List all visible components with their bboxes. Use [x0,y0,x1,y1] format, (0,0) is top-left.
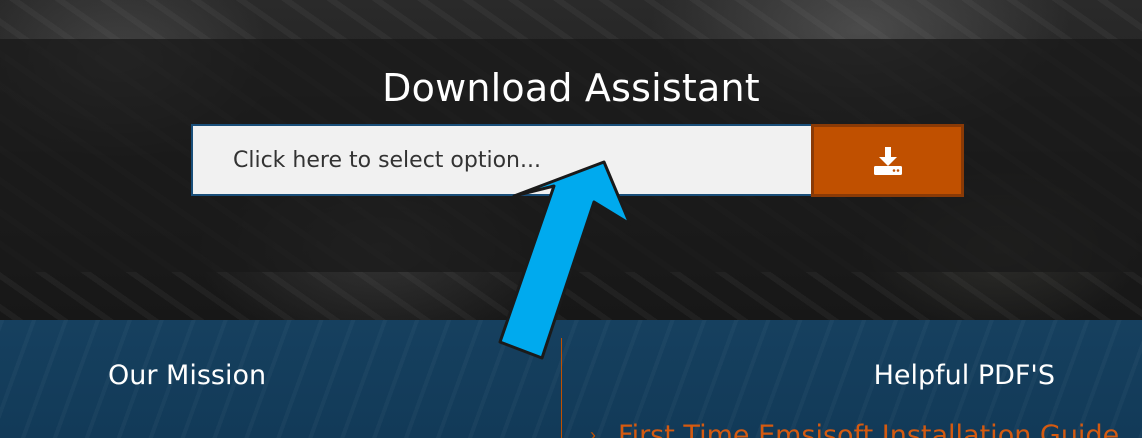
option-select-placeholder: Click here to select option... [233,147,541,173]
download-assistant-title: Download Assistant [382,66,760,110]
helpful-pdfs-heading: Helpful PDF'S [873,360,1055,391]
pdf-link-installation-guide[interactable]: First Time Emsisoft Installation Guide [618,420,1119,438]
download-tray-icon [873,146,902,175]
our-mission-heading: Our Mission [108,360,267,391]
option-select-input[interactable]: Click here to select option... [191,124,811,196]
page: Download Assistant Click here to select … [0,0,1142,438]
chevron-right-icon: › [590,425,596,438]
pdf-link-item[interactable]: › First Time Emsisoft Installation Guide [590,420,1119,438]
footer-divider [561,338,562,438]
download-button[interactable] [811,124,964,197]
